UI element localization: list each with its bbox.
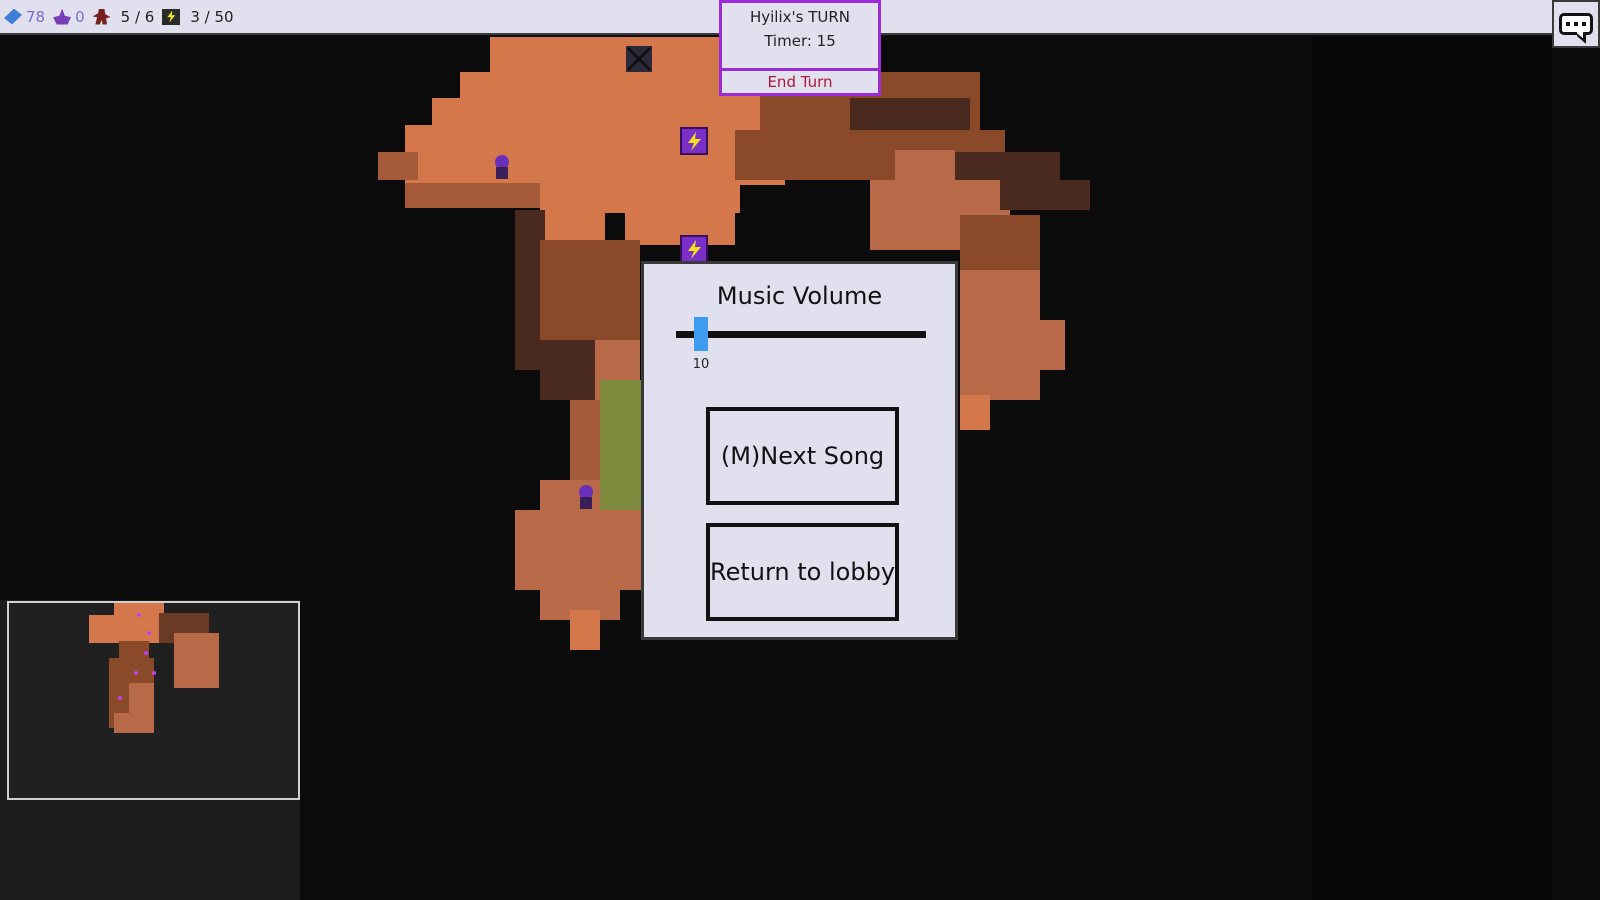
turn-player: Hyilix's TURN: [749, 8, 851, 26]
terrain-tile: [1000, 320, 1065, 370]
lightning-icon: [162, 8, 181, 25]
minimap-unit-marker: [118, 696, 122, 700]
minimap-unit-marker: [147, 631, 151, 635]
terrain-tile: [895, 150, 955, 180]
chat-button[interactable]: [1552, 0, 1600, 48]
terrain-tile: [405, 125, 785, 185]
terrain-tile: [490, 37, 730, 77]
turn-panel: Hyilix's TURN Timer: 15 End Turn: [719, 0, 881, 96]
minimap-tile: [114, 713, 154, 733]
unit-head-icon[interactable]: [495, 155, 509, 169]
terrain-tile: [570, 610, 600, 650]
end-turn-button[interactable]: End Turn: [722, 68, 878, 93]
terrain-tile: [515, 510, 645, 590]
energy-count: 3 / 50: [190, 7, 234, 26]
crystal-resource: 0: [53, 8, 85, 26]
terrain-tile: [540, 210, 605, 240]
terrain-tile: [540, 340, 600, 400]
terrain-tile: [570, 400, 600, 480]
terrain-tile: [460, 72, 760, 102]
unit-head-icon[interactable]: [579, 485, 593, 499]
gold-resource: 78: [4, 8, 45, 26]
purple-crystal-icon: [53, 8, 72, 25]
terrain-tile: [540, 183, 740, 213]
turn-timer: Timer: 15: [764, 32, 836, 50]
return-to-lobby-button[interactable]: Return to lobby: [706, 523, 899, 621]
terrain-tile: [960, 215, 1040, 275]
terrain-tile: [960, 395, 990, 430]
minimap-unit-marker: [152, 671, 156, 675]
blue-gem-icon: [4, 8, 22, 25]
minimap-canvas[interactable]: [9, 603, 300, 800]
terrain-tile: [1000, 180, 1090, 210]
unit-count: 5 / 6: [120, 7, 155, 26]
gold-count: 78: [26, 7, 46, 26]
unit-body-icon[interactable]: [580, 497, 592, 509]
minimap-tile: [89, 615, 169, 643]
volume-slider-thumb[interactable]: [694, 317, 708, 351]
terrain-tile: [405, 183, 540, 208]
volume-slider-track[interactable]: [676, 331, 926, 338]
crystal-count: 0: [75, 7, 85, 26]
minimap-tile: [174, 633, 219, 688]
unit-body-icon[interactable]: [496, 167, 508, 179]
volume-value: 10: [692, 357, 710, 372]
terrain-tile: [378, 152, 418, 180]
unit-resource: 5 / 6: [92, 7, 155, 26]
energy-resource: 3 / 50: [162, 7, 234, 26]
unit-icon: [92, 8, 111, 25]
minimap-unit-marker: [134, 671, 138, 675]
next-song-button[interactable]: (M)Next Song: [706, 407, 899, 505]
minimap-unit-marker: [144, 651, 148, 655]
minimap-unit-marker: [137, 613, 141, 617]
modal-title: Music Volume: [716, 282, 883, 310]
chat-bubble-icon: [1559, 13, 1593, 35]
terrain-tile: [432, 98, 772, 128]
settings-modal: Music Volume 10 (M)Next Song Return to l…: [641, 261, 958, 640]
minimap[interactable]: [7, 601, 300, 800]
terrain-tile: [540, 240, 640, 340]
